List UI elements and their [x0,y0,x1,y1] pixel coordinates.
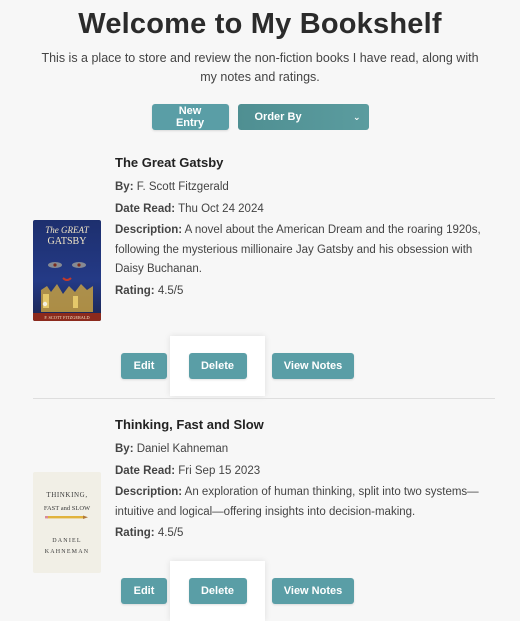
view-notes-button[interactable]: View Notes [272,353,354,379]
svg-text:The GREAT: The GREAT [45,225,89,235]
book-details: The Great Gatsby By: F. Scott Fitzgerald… [115,150,495,301]
date-read-field: Date Read: Thu Oct 24 2024 [115,200,495,220]
author-label: By: [115,181,134,193]
rating-field: Rating: 4.5/5 [115,282,495,302]
book-entry: The GREAT GATSBY F. SCOTT FITZGERALD The… [33,150,495,398]
delete-button[interactable]: Delete [188,353,247,379]
thinking-cover-image: THINKING, FAST and SLOW DANIEL KAHNEMAN [33,472,101,573]
book-author: Daniel Kahneman [136,443,229,455]
delete-button-container: Delete [170,336,265,396]
date-read-label: Date Read: [115,202,176,215]
new-entry-button[interactable]: New Entry [151,104,229,130]
book-rating: 4.5/5 [157,527,184,539]
page-title: Welcome to My Bookshelf [78,8,442,40]
book-author-field: By: F. Scott Fitzgerald [115,178,495,198]
svg-text:F. SCOTT FITZGERALD: F. SCOTT FITZGERALD [44,315,89,320]
svg-text:DANIEL: DANIEL [52,538,82,544]
svg-text:KAHNEMAN: KAHNEMAN [45,549,90,555]
book-date-read: Thu Oct 24 2024 [178,202,264,215]
description-label: Description: [115,486,183,498]
svg-text:THINKING,: THINKING, [46,491,87,499]
rating-label: Rating: [115,527,155,539]
description-label: Description: [115,224,183,236]
book-rating: 4.5/5 [157,284,184,297]
svg-text:FAST and SLOW: FAST and SLOW [44,505,91,512]
book-cover-thinking: THINKING, FAST and SLOW DANIEL KAHNEMAN [33,472,101,573]
date-read-field: Date Read: Fri Sep 15 2023 [115,462,495,482]
view-notes-button[interactable]: View Notes [272,578,354,604]
book-entry: THINKING, FAST and SLOW DANIEL KAHNEMAN … [33,412,495,621]
delete-button[interactable]: Delete [188,578,247,604]
chevron-down-icon: ⌄ [352,111,361,122]
book-details: Thinking, Fast and Slow By: Daniel Kahne… [115,412,495,544]
page-intro: This is a place to store and review the … [41,51,479,84]
description-field: Description: An exploration of human thi… [115,483,495,522]
book-title: Thinking, Fast and Slow [115,417,264,432]
order-by-label: Order By [254,111,302,123]
rating-label: Rating: [115,284,155,297]
book-actions: Edit Delete View Notes [121,336,354,396]
author-label: By: [115,443,134,455]
rating-field: Rating: 4.5/5 [115,524,495,544]
edit-button[interactable]: Edit [121,353,167,379]
delete-button-container: Delete [170,561,265,621]
book-author-field: By: Daniel Kahneman [115,440,495,460]
toolbar: New Entry Order By ⌄ [0,104,520,130]
date-read-label: Date Read: [115,464,176,477]
svg-text:GATSBY: GATSBY [48,236,87,247]
order-by-select[interactable]: Order By ⌄ [237,104,369,130]
edit-button[interactable]: Edit [121,578,167,604]
book-actions: Edit Delete View Notes [121,561,354,621]
gatsby-cover-image: The GREAT GATSBY F. SCOTT FITZGERALD [33,220,101,321]
book-date-read: Fri Sep 15 2023 [178,464,261,477]
description-field: Description: A novel about the American … [115,221,495,280]
divider [33,398,495,399]
book-cover-gatsby: The GREAT GATSBY F. SCOTT FITZGERALD [33,220,101,321]
book-title: The Great Gatsby [115,155,224,170]
book-author: F. Scott Fitzgerald [136,181,229,193]
